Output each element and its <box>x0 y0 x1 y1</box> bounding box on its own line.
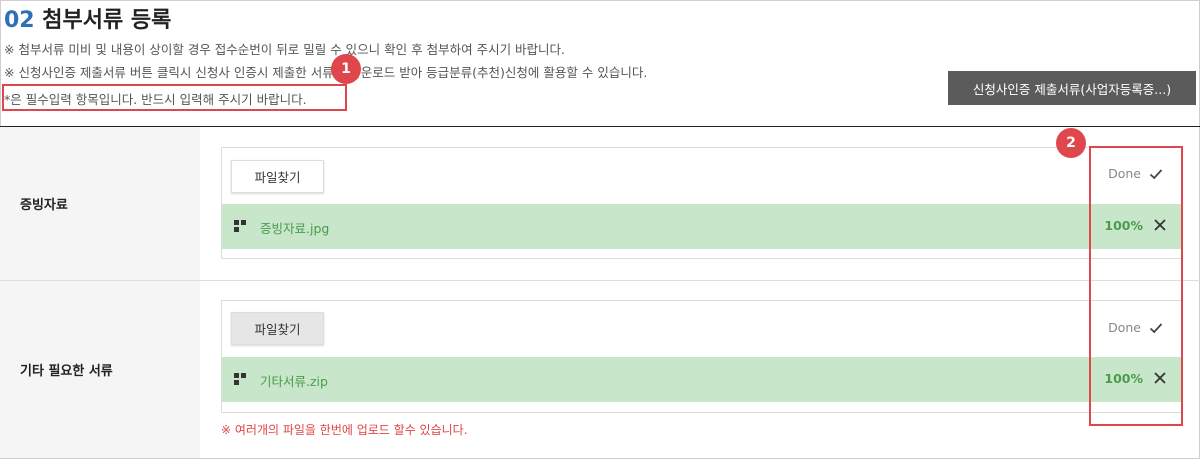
uploaded-file-item: 증빙자료.jpg 100% <box>222 204 1181 249</box>
upload-row-evidence: 증빙자료 파일찾기 Done 증빙자료.jpg 100% <box>0 127 1200 281</box>
drag-handle-icon[interactable] <box>234 220 246 232</box>
annotation-badge-1: 1 <box>331 54 361 84</box>
upload-panel-other: 파일찾기 Done 기타서류.zip 100% <box>221 300 1182 413</box>
drag-handle-icon[interactable] <box>234 373 246 385</box>
uploaded-file-item: 기타서류.zip 100% <box>222 357 1181 402</box>
multi-upload-note: ※ 여러개의 파일을 한번에 업로드 할수 있습니다. <box>221 423 468 437</box>
section-heading: 첨부서류 등록 <box>42 8 172 33</box>
row-label-other: 기타 필요한 서류 <box>0 281 200 458</box>
find-file-button[interactable]: 파일찾기 <box>231 312 324 345</box>
annotation-badge-2: 2 <box>1056 128 1086 158</box>
notice-incomplete-docs: ※ 첨부서류 미비 및 내용이 상이할 경우 접수순번이 뒤로 밀릴 수 있으니… <box>4 42 566 57</box>
section-number: 02 <box>4 8 35 33</box>
annotation-box-required <box>2 84 347 111</box>
notice-cert-download: ※ 신청사인증 제출서류 버튼 클릭시 신청사 인증시 제출한 서류를 다운로드… <box>4 65 648 80</box>
section-title: 02 첨부서류 등록 <box>4 2 171 34</box>
annotation-box-status <box>1089 146 1183 426</box>
file-name: 증빙자료.jpg <box>260 221 330 236</box>
find-file-button[interactable]: 파일찾기 <box>231 160 324 193</box>
row-label-evidence: 증빙자료 <box>0 127 200 280</box>
upload-row-other: 기타 필요한 서류 파일찾기 Done 기타서류.zip 100% ※ 여러개의… <box>0 281 1200 458</box>
cert-documents-button[interactable]: 신청사인증 제출서류(사업자등록증...) <box>948 71 1196 105</box>
file-name: 기타서류.zip <box>260 374 328 389</box>
upload-panel-evidence: 파일찾기 Done 증빙자료.jpg 100% <box>221 147 1182 259</box>
